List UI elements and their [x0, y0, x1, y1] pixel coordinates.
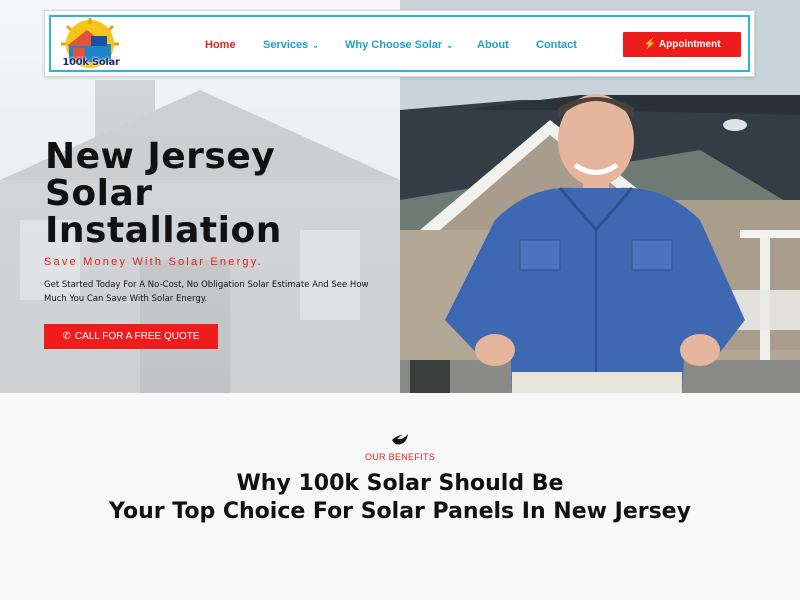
- hero-description: Get Started Today For A No-Cost, No Obli…: [44, 280, 369, 304]
- appointment-button[interactable]: ⚡ Appointment: [623, 32, 741, 57]
- hero-subtitle: Save Money With Solar Energy.: [44, 256, 263, 268]
- header-navbar: 100k Solar Home Services ⌄ Why Choose Sol…: [44, 10, 755, 77]
- nav-item-services-label: Services: [263, 39, 309, 51]
- hero-title: New Jersey Solar Installation: [45, 138, 375, 249]
- nav-item-contact[interactable]: Contact: [536, 39, 577, 51]
- chevron-down-icon: ⌄: [446, 41, 453, 50]
- bolt-icon: ⚡: [643, 39, 656, 50]
- benefits-eyebrow: OUR BENEFITS: [364, 452, 436, 462]
- nav-item-why-choose-solar[interactable]: Why Choose Solar ⌄: [345, 39, 453, 51]
- appointment-button-label: Appointment: [658, 39, 721, 50]
- hero-title-line: Solar: [45, 173, 153, 214]
- benefits-title-line: Why 100k Solar Should Be: [236, 471, 564, 496]
- hero-title-line: New Jersey: [45, 136, 276, 177]
- nav-item-why-choose-solar-label: Why Choose Solar: [345, 39, 443, 51]
- logo-text[interactable]: 100k Solar: [59, 57, 123, 68]
- free-quote-button[interactable]: ✆ CALL FOR A FREE QUOTE: [44, 324, 218, 349]
- benefits-title: Why 100k Solar Should Be Your Top Choice…: [0, 470, 800, 526]
- nav-item-home[interactable]: Home: [205, 39, 236, 51]
- nav-item-about[interactable]: About: [477, 39, 509, 51]
- leaf-icon: [392, 434, 408, 445]
- chevron-down-icon: ⌄: [312, 41, 319, 50]
- nav-item-services[interactable]: Services ⌄: [263, 39, 319, 51]
- phone-icon: ✆: [62, 331, 71, 342]
- free-quote-button-label: CALL FOR A FREE QUOTE: [74, 331, 200, 342]
- benefits-title-line: Your Top Choice For Solar Panels In New …: [109, 499, 691, 524]
- hero-title-line: Installation: [45, 210, 282, 251]
